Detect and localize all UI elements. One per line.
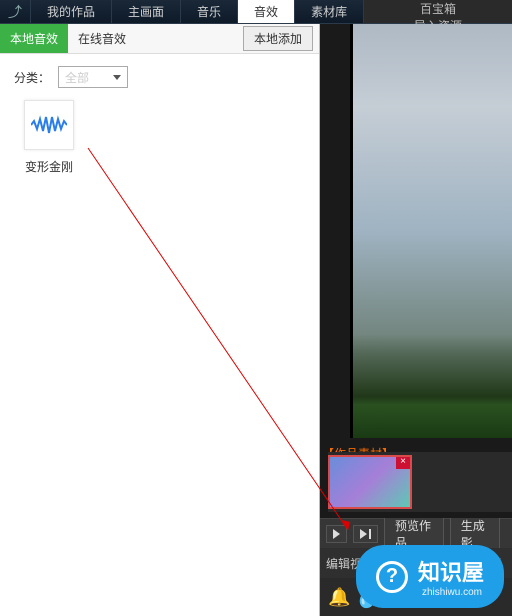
clip-thumbnail[interactable]: ×	[328, 455, 412, 509]
preview-image	[350, 24, 512, 438]
category-label: 分类：	[14, 69, 50, 86]
playback-controls: 预览作品 生成影	[320, 518, 512, 548]
clip-strip: ×	[328, 452, 512, 512]
tab-sfx[interactable]: 音效	[238, 0, 295, 23]
waveform-icon	[24, 100, 74, 150]
topbar: ⤴ 我的作品 主画面 音乐 音效 素材库 百宝箱 导入资源	[0, 0, 512, 24]
right-panel: 【作品素材】 × 预览作品 生成影 编辑视图: 视频剪辑 字幕 🔔 💧	[320, 24, 512, 616]
local-add-button[interactable]: 本地添加	[243, 26, 313, 51]
topbar-right: 百宝箱 导入资源	[364, 0, 512, 23]
share-icon[interactable]: ⤴	[0, 0, 31, 23]
main-area: 本地音效 在线音效 本地添加 分类： 全部 变形金刚 【作品素材】	[0, 24, 512, 616]
speaker-icon[interactable]: 🔔	[328, 587, 350, 608]
subtab-online-sfx[interactable]: 在线音效	[68, 24, 136, 53]
category-value: 全部	[65, 69, 89, 86]
sfx-item-name: 变形金刚	[14, 158, 84, 175]
tab-music[interactable]: 音乐	[181, 0, 238, 23]
play-button[interactable]	[326, 525, 347, 543]
close-icon[interactable]: ×	[396, 457, 410, 469]
logo-text: 知识屋	[418, 555, 484, 587]
subtab-local-sfx[interactable]: 本地音效	[0, 24, 68, 53]
watermark-logo: ? 知识屋 zhishiwu.com	[356, 545, 504, 608]
tab-my-works[interactable]: 我的作品	[31, 0, 112, 23]
chevron-down-icon	[113, 75, 121, 80]
category-row: 分类： 全部	[0, 54, 319, 100]
tab-main-screen[interactable]: 主画面	[112, 0, 181, 23]
sfx-item[interactable]: 变形金刚	[14, 100, 84, 175]
category-select[interactable]: 全部	[58, 66, 128, 88]
left-panel: 本地音效 在线音效 本地添加 分类： 全部 变形金刚	[0, 24, 320, 616]
tab-library[interactable]: 素材库	[295, 0, 364, 23]
preview-area: 【作品素材】 ×	[320, 24, 512, 518]
play-to-end-button[interactable]	[353, 525, 378, 543]
question-icon: ?	[376, 561, 408, 593]
logo-sub: zhishiwu.com	[422, 587, 484, 598]
treasure-box-link[interactable]: 百宝箱	[420, 0, 456, 17]
subtabs: 本地音效 在线音效 本地添加	[0, 24, 319, 54]
